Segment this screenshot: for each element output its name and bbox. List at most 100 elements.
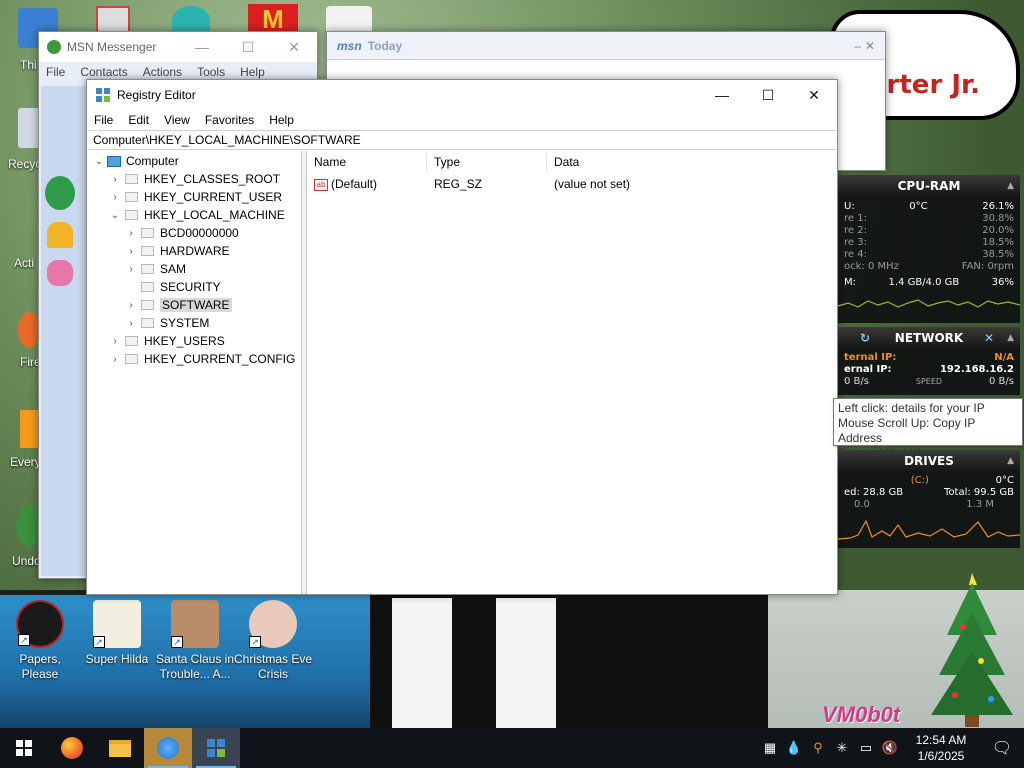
desktop-santa-icon[interactable] — [326, 6, 372, 34]
taskbar-registry-editor[interactable] — [192, 728, 240, 768]
core-label: re 1: — [844, 213, 867, 224]
firefox-desktop-icon[interactable] — [18, 312, 40, 348]
notification-center-icon[interactable]: 🗨 — [980, 738, 1024, 758]
core-label: re 3: — [844, 237, 867, 248]
tree-node-hklm[interactable]: ⌄ HKEY_LOCAL_MACHINE — [109, 206, 285, 224]
taskbar-clock[interactable]: 12:54 AM 1/6/2025 — [902, 732, 980, 764]
tree-node-hku[interactable]: › HKEY_USERS — [109, 332, 224, 350]
regedit-maximize-button[interactable]: ☐ — [745, 80, 791, 110]
external-ip-row[interactable]: ernal IP: 192.168.16.2 — [838, 364, 1020, 376]
msn-minimize-button[interactable]: — — [179, 32, 225, 62]
clock-speed: ock: 0 MHz — [844, 261, 899, 272]
chevron-right-icon[interactable]: › — [109, 354, 121, 365]
chevron-right-icon[interactable]: › — [109, 174, 121, 185]
msn-status-icon[interactable] — [45, 176, 75, 210]
external-ip-value[interactable]: 192.168.16.2 — [940, 364, 1014, 376]
tree-label-software: SOFTWARE — [160, 298, 232, 312]
tree-node-sam[interactable]: › SAM — [125, 260, 186, 278]
regedit-close-button[interactable]: ✕ — [791, 80, 837, 110]
desktop-icon-santa-claus-in-trouble[interactable]: ↗ Santa Claus in Trouble... A... — [155, 600, 235, 682]
value-row[interactable]: ab (Default) REG_SZ (value not set) — [307, 173, 837, 195]
regedit-menu-view[interactable]: View — [157, 113, 198, 127]
regedit-titlebar[interactable]: Registry Editor — ☐ ✕ — [87, 80, 837, 110]
chevron-right-icon[interactable]: › — [125, 246, 137, 257]
network-gadget[interactable]: ↻ NETWORK ✕ ▲ ternal IP: N/A ernal IP: 1… — [838, 327, 1020, 395]
msn-maximize-button[interactable]: ☐ — [225, 32, 271, 62]
core-label: re 2: — [844, 225, 867, 236]
chevron-right-icon[interactable]: › — [125, 264, 137, 275]
msn-menu-help[interactable]: Help — [233, 65, 273, 79]
bell-icon[interactable] — [47, 222, 73, 248]
msn-menu-actions[interactable]: Actions — [136, 65, 190, 79]
drives-gadget[interactable]: DRIVES ▲ (C:) 0°C ed: 28.8 GB Total: 99.… — [838, 450, 1020, 548]
collapse-icon[interactable]: ▲ — [1007, 181, 1014, 191]
regedit-address-bar[interactable]: Computer\HKEY_LOCAL_MACHINE\SOFTWARE — [88, 130, 836, 150]
column-header-data[interactable]: Data — [547, 153, 747, 171]
tree-node-system[interactable]: › SYSTEM — [125, 314, 209, 332]
desktop-character-icon[interactable] — [172, 6, 210, 34]
tree-node-hkcu[interactable]: › HKEY_CURRENT_USER — [109, 188, 282, 206]
refresh-icon[interactable]: ↻ — [860, 331, 870, 345]
chevron-down-icon[interactable]: ⌄ — [93, 156, 105, 167]
core3-row: re 3: 18.5% — [838, 237, 1020, 249]
msn-titlebar[interactable]: MSN Messenger — ☐ ✕ — [39, 32, 317, 62]
chevron-right-icon[interactable]: › — [125, 228, 137, 239]
collapse-icon[interactable]: ▲ — [1007, 333, 1014, 343]
tray-drop-icon[interactable]: 💧 — [782, 740, 806, 756]
msn-menu-tools[interactable]: Tools — [190, 65, 233, 79]
chevron-right-icon[interactable]: › — [109, 192, 121, 203]
taskbar-firefox[interactable] — [48, 728, 96, 768]
msn-today-close-button[interactable]: ✕ — [865, 39, 885, 53]
regedit-minimize-button[interactable]: — — [699, 80, 745, 110]
tree-node-hkcr[interactable]: › HKEY_CLASSES_ROOT — [109, 170, 280, 188]
taskbar-msn-messenger[interactable] — [144, 728, 192, 768]
value-data: (value not set) — [554, 177, 631, 191]
msn-menu-file[interactable]: File — [39, 65, 73, 79]
column-header-name[interactable]: Name — [307, 153, 427, 171]
desktop-icon-christmas-eve-crisis[interactable]: ↗ Christmas Eve Crisis — [233, 600, 313, 682]
tray-app-icon[interactable]: ▦ — [758, 740, 782, 756]
start-button[interactable] — [0, 728, 48, 768]
tools-icon[interactable]: ✕ — [984, 331, 994, 345]
msn-today-title: Today — [367, 38, 403, 53]
chevron-right-icon[interactable]: › — [125, 300, 137, 311]
taskbar-file-explorer[interactable] — [96, 728, 144, 768]
desktop-icon-papers-please[interactable]: ↗ Papers, Please — [0, 600, 80, 682]
msn-today-titlebar[interactable]: msn Today – ✕ — [327, 32, 885, 60]
value-name-cell: ab (Default) — [307, 177, 427, 191]
msn-close-button[interactable]: ✕ — [271, 32, 317, 62]
msn-menu-contacts[interactable]: Contacts — [73, 65, 135, 79]
msn-today-minimize-button[interactable]: – — [854, 39, 865, 53]
chevron-right-icon[interactable]: › — [125, 318, 137, 329]
column-header-type[interactable]: Type — [427, 153, 547, 171]
every-icon[interactable] — [20, 410, 40, 448]
desktop-icon-label: Christmas Eve Crisis — [233, 652, 313, 681]
cpu-ram-gadget[interactable]: CPU-RAM ▲ U: 0°C 26.1% re 1: 30.8% re 2: 2… — [838, 175, 1020, 323]
regedit-menu-favorites[interactable]: Favorites — [198, 113, 262, 127]
regedit-menu-help[interactable]: Help — [262, 113, 302, 127]
core-percent: 38.5% — [982, 249, 1014, 260]
tree-node-security[interactable]: SECURITY — [137, 278, 221, 296]
registry-editor-window[interactable]: Registry Editor — ☐ ✕ File Edit View Fav… — [86, 79, 838, 595]
desktop-icon-label: Papers, Please — [19, 652, 61, 681]
volume-muted-icon[interactable]: 🔇 — [878, 740, 902, 756]
chevron-down-icon[interactable]: ⌄ — [109, 210, 121, 221]
tray-search-icon[interactable]: ⚲ — [806, 740, 830, 756]
tree-node-software[interactable]: › SOFTWARE — [125, 296, 232, 314]
wallpaper-leg-right — [496, 598, 556, 728]
tree-node-computer[interactable]: ⌄ Computer — [93, 152, 179, 170]
mcdonalds-icon[interactable]: M — [248, 4, 298, 34]
tree-node-hardware[interactable]: › HARDWARE — [125, 242, 229, 260]
tree-node-hkcc[interactable]: › HKEY_CURRENT_CONFIG — [109, 350, 295, 368]
collapse-icon[interactable]: ▲ — [1007, 456, 1014, 466]
games-icon[interactable] — [47, 260, 73, 286]
desktop-icon-super-hilda[interactable]: ↗ Super Hilda — [77, 600, 157, 667]
tray-star-icon[interactable]: ✳ — [830, 740, 854, 756]
chevron-right-icon[interactable]: › — [109, 336, 121, 347]
regedit-values-list[interactable]: Name Type Data ab (Default) REG_SZ (value… — [307, 151, 837, 594]
tree-node-bcd[interactable]: › BCD00000000 — [125, 224, 238, 242]
network-icon[interactable]: ▭ — [854, 740, 878, 756]
regedit-menu-file[interactable]: File — [87, 113, 121, 127]
undo-icon[interactable] — [16, 505, 40, 547]
regedit-menu-edit[interactable]: Edit — [121, 113, 157, 127]
